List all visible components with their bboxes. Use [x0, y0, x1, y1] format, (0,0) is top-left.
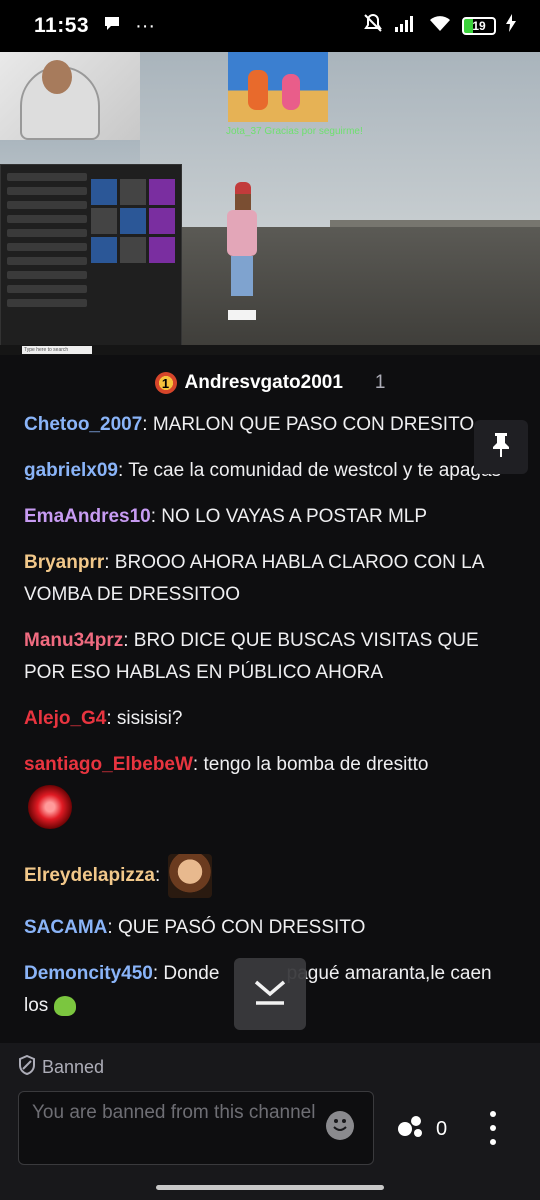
chat-username[interactable]: Elreydelapizza	[24, 865, 155, 886]
laughing-face-emote-icon[interactable]	[168, 854, 213, 898]
chevron-down-icon	[252, 976, 288, 1013]
chat-username[interactable]: Demoncity450	[24, 963, 153, 984]
chat-text: : Te cae la comunidad de westcol y te ap…	[118, 460, 502, 481]
chat-username[interactable]: gabrielx09	[24, 460, 118, 481]
chat-username[interactable]: Bryanprr	[24, 552, 104, 573]
home-indicator[interactable]	[156, 1185, 384, 1190]
stream-info-bar: 1 Andresvgato2001 1	[0, 355, 540, 411]
jump-to-latest-button[interactable]	[234, 958, 306, 1030]
pin-icon	[490, 431, 512, 464]
chat-text: : tengo la bomba de dresitto	[192, 754, 429, 775]
more-options-button[interactable]	[486, 1111, 500, 1145]
chat-message: Alejo_G4: sisisisi?	[0, 703, 540, 735]
chat-username[interactable]: santiago_ElbebeW	[24, 754, 193, 775]
chat-text: : MARLON QUE PASO CON DRESITO	[142, 414, 475, 435]
streamer-badge-icon: 1	[154, 372, 177, 394]
mute-bell-icon	[362, 12, 384, 40]
signal-icon	[394, 14, 418, 38]
start-menu-tiles	[91, 179, 177, 263]
wifi-icon	[428, 14, 452, 38]
video-player[interactable]: Jota_37 Gracias por seguirme! Type here …	[0, 52, 540, 355]
alert-figure	[282, 74, 300, 110]
viewer-count: 1	[374, 372, 386, 393]
video-roof	[140, 227, 540, 355]
chat-message: Manu34prz: BRO DICE QUE BUSCAS VISITAS Q…	[0, 625, 540, 689]
emoji-button[interactable]	[326, 1110, 354, 1143]
chat-text: : QUE PASÓ CON DRESSITO	[107, 917, 366, 939]
chat-list[interactable]: Chetoo_2007: MARLON QUE PASO CON DRESITO…	[0, 411, 540, 1043]
siren-emote-icon[interactable]	[28, 785, 72, 829]
chat-message: Chetoo_2007: MARLON QUE PASO CON DRESITO	[0, 411, 540, 441]
chat-username[interactable]: EmaAndres10	[24, 506, 151, 527]
chat-footer: Banned You are banned from this channel …	[0, 1043, 540, 1200]
pin-button[interactable]	[474, 420, 528, 474]
channel-points-icon	[396, 1113, 426, 1145]
streamer-name[interactable]: Andresvgato2001	[185, 372, 343, 394]
chat-input[interactable]: You are banned from this channel	[18, 1091, 374, 1165]
charging-icon	[506, 14, 516, 38]
chat-text: : NO LO VAYAS A POSTAR MLP	[150, 506, 428, 527]
banned-status: Banned	[18, 1054, 105, 1080]
chat-message: santiago_ElbebeW: tengo la bomba de dres…	[0, 749, 540, 840]
taskbar-search: Type here to search	[22, 346, 92, 354]
banned-label: Banned	[42, 1057, 105, 1077]
streamer-webcam	[0, 52, 140, 140]
status-time: 11:53	[34, 14, 90, 37]
chat-username[interactable]: Alejo_G4	[24, 708, 106, 729]
alert-image	[228, 52, 328, 122]
alert-figure	[248, 70, 268, 110]
frog-emoji-icon	[53, 996, 76, 1016]
status-bar: 11:53 ··· 19	[0, 0, 540, 52]
chat-text: : sisisisi?	[106, 708, 183, 729]
channel-points-button[interactable]: 0	[396, 1113, 447, 1145]
chat-message: SACAMA: QUE PASÓ CON DRESSITO	[0, 912, 540, 944]
video-sky	[140, 52, 540, 227]
chat-username[interactable]: SACAMA	[24, 917, 107, 938]
chat-message: Bryanprr: BROOO AHORA HABLA CLAROO CON L…	[0, 547, 540, 611]
chat-message: EmaAndres10: NO LO VAYAS A POSTAR MLP	[0, 501, 540, 533]
chat-username[interactable]: Manu34prz	[24, 630, 123, 651]
channel-points-count: 0	[436, 1117, 448, 1140]
battery-level: 19	[472, 19, 486, 33]
chat-text: :	[154, 865, 161, 887]
chat-bubble-icon	[103, 14, 121, 38]
chat-input-placeholder: You are banned from this channel	[32, 1102, 316, 1123]
windows-taskbar: Type here to search	[0, 345, 540, 355]
chat-text: : Donde	[152, 963, 225, 985]
windows-start-menu	[0, 164, 182, 347]
alert-text: Jota_37 Gracias por seguirme!	[226, 126, 363, 137]
webcam-head	[42, 60, 72, 94]
chat-message: Elreydelapizza:	[0, 854, 540, 898]
status-more-dots: ···	[135, 14, 156, 37]
chat-message: gabrielx09: Te cae la comunidad de westc…	[0, 455, 540, 487]
start-menu-app-list	[7, 173, 87, 313]
emoji-icon	[326, 1110, 354, 1143]
game-character	[225, 182, 259, 332]
chat-username[interactable]: Chetoo_2007	[24, 414, 142, 435]
shield-icon	[18, 1054, 36, 1080]
battery-icon: 19	[462, 17, 496, 35]
